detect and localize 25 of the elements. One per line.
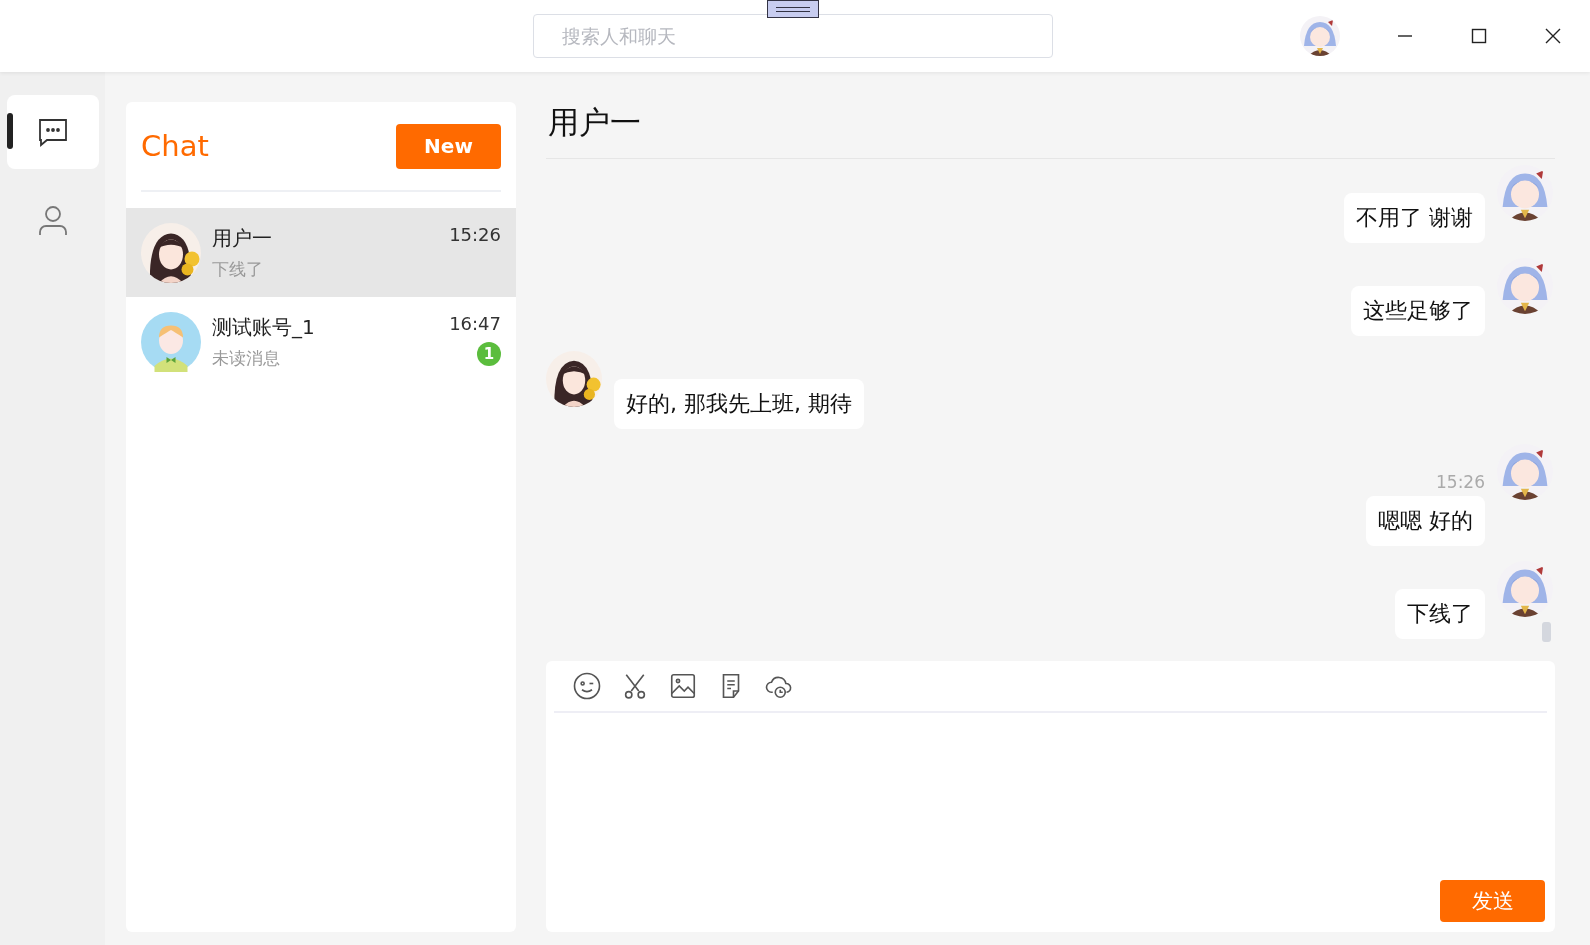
- message-time: 15:26: [449, 224, 501, 245]
- message-bubble: 这些足够了: [1351, 286, 1485, 336]
- chat-item[interactable]: 用户一 下线了 15:26: [126, 208, 516, 297]
- contact-name: 用户一: [212, 224, 273, 252]
- conversation-title: 用户一: [546, 72, 1555, 159]
- avatar-icon: [141, 311, 201, 372]
- emoji-icon[interactable]: [572, 671, 602, 701]
- message-time: 16:47: [449, 313, 501, 334]
- message-time: 15:26: [1436, 472, 1485, 492]
- drag-handle[interactable]: [767, 0, 819, 18]
- unread-badge: 1: [477, 342, 501, 366]
- maximize-icon[interactable]: [1471, 28, 1487, 44]
- message-bubble: 好的, 那我先上班, 期待: [614, 379, 864, 429]
- last-message: 下线了: [212, 257, 264, 281]
- scrollbar[interactable]: [1542, 622, 1551, 642]
- image-icon[interactable]: [668, 671, 698, 701]
- message-bubble: 下线了: [1395, 589, 1485, 639]
- last-message: 未读消息: [212, 346, 281, 370]
- search-field[interactable]: 搜索人和聊天: [533, 14, 1053, 58]
- nav-tab[interactable]: [6, 95, 99, 169]
- message-bubble: 嗯嗯 好的: [1366, 496, 1485, 546]
- contact-name: 测试账号_1: [212, 313, 316, 341]
- message-bubble: 不用了 谢谢: [1344, 193, 1485, 243]
- close-icon[interactable]: [1545, 28, 1561, 44]
- panel-title: Chat: [141, 129, 209, 163]
